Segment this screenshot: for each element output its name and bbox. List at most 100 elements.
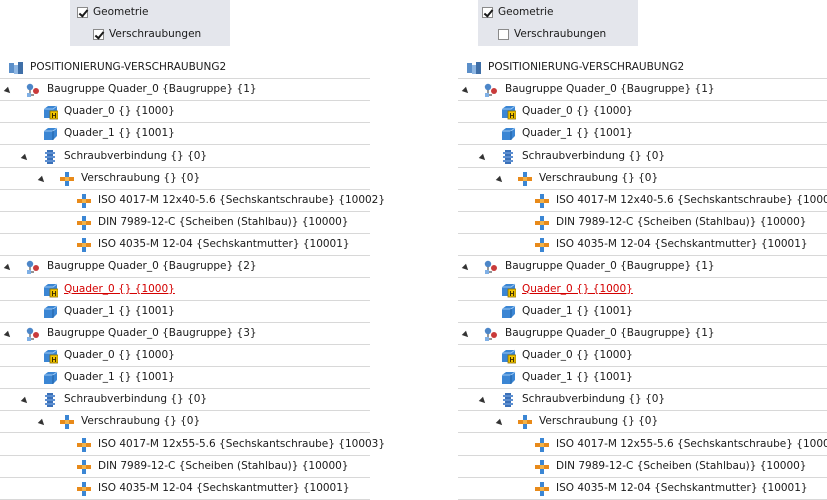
tree-row[interactable]: H Quader_0 {} {1000}	[458, 101, 827, 124]
tree-row[interactable]: Baugruppe Quader_0 {Baugruppe} {3}	[0, 323, 370, 345]
tree-row[interactable]: Baugruppe Quader_0 {Baugruppe} {1}	[0, 79, 370, 102]
expand-triangle-icon[interactable]	[495, 419, 505, 428]
expand-triangle-icon[interactable]	[461, 264, 471, 273]
tree-row[interactable]: Schraubverbindung {} {0}	[458, 146, 827, 168]
tree-row[interactable]: Quader_1 {} {1001}	[458, 301, 827, 323]
assembly-icon	[25, 259, 41, 275]
bolting-icon	[534, 481, 550, 497]
tree-row-label: DIN 7989-12-C {Scheiben (Stahlbau)} {100…	[98, 216, 349, 229]
bolting-icon	[59, 414, 75, 430]
tree-row[interactable]: ISO 4017-M 12x40-5.6 {Sechskantschraube}…	[458, 190, 827, 212]
tree-row[interactable]: Quader_1 {} {1001}	[0, 123, 370, 146]
expand-triangle-icon[interactable]	[20, 153, 30, 162]
part-fixed-icon: H	[500, 282, 517, 298]
tree-row[interactable]: Baugruppe Quader_0 {Baugruppe} {2}	[0, 256, 370, 279]
tree-row-label: ISO 4017-M 12x40-5.6 {Sechskantschraube}…	[98, 193, 386, 206]
tree-row[interactable]: Verschraubung {} {0}	[458, 411, 827, 434]
tree-row[interactable]: H Quader_0 {} {1000}	[0, 345, 370, 367]
tree-row[interactable]: Quader_1 {} {1001}	[458, 367, 827, 390]
tree-row-label: Baugruppe Quader_0 {Baugruppe} {1}	[505, 260, 715, 273]
expand-triangle-icon[interactable]	[495, 175, 505, 184]
tree-row[interactable]: ISO 4035-M 12-04 {Sechskantmutter} {1000…	[0, 234, 370, 257]
screw-connection-icon	[500, 392, 516, 408]
tree-row[interactable]: ISO 4017-M 12x55-5.6 {Sechskantschraube}…	[0, 434, 385, 456]
display-options: Geometrie Verschraubungen	[70, 0, 230, 46]
expand-triangle-icon[interactable]	[3, 86, 13, 96]
tree-row-label: Quader_0 {} {1000}	[522, 348, 633, 361]
tree-row[interactable]: DIN 7989-12-C {Scheiben (Stahlbau)} {100…	[458, 212, 827, 235]
verschraubungen-label: Verschraubungen	[514, 28, 607, 40]
tree-row[interactable]: DIN 7989-12-C {Scheiben (Stahlbau)} {100…	[0, 456, 370, 478]
assembly-icon	[483, 326, 499, 342]
geometrie-option[interactable]: Geometrie	[77, 4, 149, 20]
tree-row[interactable]: ISO 4035-M 12-04 {Sechskantmutter} {1000…	[458, 478, 827, 500]
tree-row[interactable]: ISO 4035-M 12-04 {Sechskantmutter} {1000…	[0, 478, 370, 500]
geometrie-checkbox[interactable]	[77, 6, 88, 18]
display-options: Geometrie Verschraubungen	[478, 0, 638, 46]
verschraubungen-checkbox[interactable]	[93, 28, 104, 40]
tree-row[interactable]: Schraubverbindung {} {0}	[0, 389, 370, 412]
tree-row[interactable]: Baugruppe Quader_0 {Baugruppe} {1}	[458, 79, 827, 102]
verschraubungen-checkbox[interactable]	[498, 28, 509, 40]
tree-row[interactable]: H Quader_0 {} {1000}	[0, 101, 370, 124]
expand-triangle-icon[interactable]	[478, 397, 488, 406]
tree-row-label: Verschraubung {} {0}	[539, 171, 659, 184]
tree-row-label: ISO 4035-M 12-04 {Sechskantmutter} {1000…	[556, 481, 808, 494]
tree-row[interactable]: Quader_1 {} {1001}	[0, 367, 370, 390]
expand-triangle-icon[interactable]	[20, 397, 30, 406]
expand-triangle-icon[interactable]	[3, 330, 13, 340]
svg-text:H: H	[509, 357, 514, 364]
tree-row[interactable]: ISO 4035-M 12-04 {Sechskantmutter} {1000…	[458, 234, 827, 257]
tree-row-label: Quader_0 {} {1000}	[522, 105, 633, 118]
tree-row[interactable]: Schraubverbindung {} {0}	[0, 146, 370, 168]
verschraubungen-option[interactable]: Verschraubungen	[93, 26, 201, 42]
tree-row-label: Quader_1 {} {1001}	[64, 371, 175, 384]
bolting-icon	[517, 171, 533, 187]
part-icon	[42, 370, 58, 386]
tree-row[interactable]: DIN 7989-12-C {Scheiben (Stahlbau)} {100…	[0, 212, 370, 235]
tree-row[interactable]: Quader_1 {} {1001}	[0, 301, 370, 323]
tree-row-label: ISO 4035-M 12-04 {Sechskantmutter} {1000…	[98, 238, 350, 251]
tree-row[interactable]: Verschraubung {} {0}	[458, 168, 827, 190]
bolting-icon	[517, 414, 533, 430]
tree-row[interactable]: DIN 7989-12-C {Scheiben (Stahlbau)} {100…	[458, 456, 827, 478]
tree-row[interactable]: Schraubverbindung {} {0}	[458, 389, 827, 412]
geometrie-option[interactable]: Geometrie	[482, 4, 554, 20]
verschraubungen-option[interactable]: Verschraubungen	[498, 26, 606, 42]
part-icon	[42, 126, 58, 142]
tree-row[interactable]: H Quader_0 {} {1000}	[458, 345, 827, 367]
svg-text:H: H	[509, 113, 514, 120]
part-icon	[500, 370, 516, 386]
tree-row[interactable]: ISO 4017-M 12x40-5.6 {Sechskantschraube}…	[0, 190, 385, 212]
bolting-icon	[76, 215, 92, 231]
tree-row[interactable]: Baugruppe Quader_0 {Baugruppe} {1}	[458, 256, 827, 279]
expand-triangle-icon[interactable]	[3, 264, 13, 273]
tree-row-label: Baugruppe Quader_0 {Baugruppe} {1}	[505, 326, 715, 339]
tree-row-label: Schraubverbindung {} {0}	[522, 149, 666, 162]
tree-row-label: ISO 4035-M 12-04 {Sechskantmutter} {1000…	[98, 481, 350, 494]
tree-row[interactable]: H Quader_0 {} {1000}	[0, 279, 370, 301]
expand-triangle-icon[interactable]	[37, 175, 47, 184]
tree-row[interactable]: Verschraubung {} {0}	[0, 411, 370, 434]
tree-row[interactable]: ISO 4017-M 12x55-5.6 {Sechskantschraube}…	[458, 434, 827, 456]
tree-row-label: Quader_0 {} {1000}	[64, 105, 175, 118]
expand-triangle-icon[interactable]	[37, 419, 47, 428]
tree-row[interactable]: H Quader_0 {} {1000}	[458, 279, 827, 301]
tree-row[interactable]: POSITIONIERUNG-VERSCHRAUBUNG2	[458, 57, 827, 79]
assembly-root-icon	[466, 60, 482, 76]
tree-panel-right: Geometrie Verschraubungen POSITIONIERUNG…	[458, 0, 827, 500]
tree-row[interactable]: Verschraubung {} {0}	[0, 168, 370, 190]
bolting-icon	[534, 437, 550, 453]
svg-text:H: H	[51, 291, 56, 298]
tree-panel-left: Geometrie Verschraubungen POSITIONIERUNG…	[0, 0, 385, 500]
expand-triangle-icon[interactable]	[461, 330, 471, 340]
tree-row[interactable]: POSITIONIERUNG-VERSCHRAUBUNG2	[0, 57, 370, 79]
tree-row-label: Quader_1 {} {1001}	[64, 127, 175, 140]
geometrie-checkbox[interactable]	[482, 6, 493, 18]
expand-triangle-icon[interactable]	[478, 153, 488, 162]
tree-row[interactable]: Baugruppe Quader_0 {Baugruppe} {1}	[458, 323, 827, 345]
expand-triangle-icon[interactable]	[461, 86, 471, 96]
part-icon	[500, 126, 516, 142]
verschraubungen-label: Verschraubungen	[109, 28, 202, 40]
tree-row[interactable]: Quader_1 {} {1001}	[458, 123, 827, 146]
